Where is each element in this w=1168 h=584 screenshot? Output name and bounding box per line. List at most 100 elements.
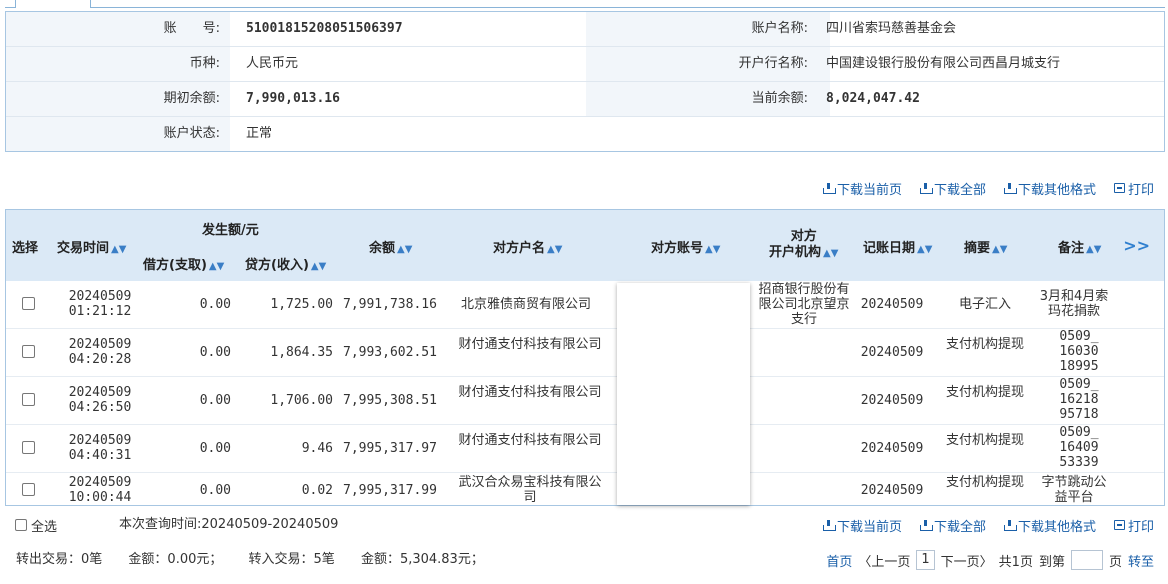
account-number-value: 51001815208051506397: [246, 21, 403, 36]
row-counterparty-org: 招商银行股份有限公司北京望京支行: [758, 282, 850, 327]
header-summary[interactable]: 摘要 ▲▼: [964, 237, 1007, 256]
row-post-date: 20240509: [860, 297, 924, 312]
row-balance: 7,995,317.97: [343, 441, 437, 456]
printer-icon: [1113, 183, 1125, 193]
download-current-page-link[interactable]: 下载当前页: [822, 179, 902, 198]
account-status-label: 账户状态:: [6, 117, 230, 151]
sort-icon: ▲▼: [705, 244, 721, 255]
table-row: 20240509 04:20:28 0.00 1,864.35 7,993,602…: [6, 329, 1164, 377]
more-columns-button[interactable]: >>: [1123, 236, 1150, 255]
header-post-date[interactable]: 记账日期 ▲▼: [863, 237, 932, 256]
download-current-page-link[interactable]: 下载当前页: [822, 516, 902, 535]
header-amount-group: 发生额/元: [202, 223, 259, 238]
print-label: 打印: [1127, 519, 1154, 535]
download-other-format-link[interactable]: 下载其他格式: [1003, 179, 1096, 198]
header-credit[interactable]: 贷方(收入) ▲▼: [245, 254, 326, 273]
account-row: 账 号: 51001815208051506397 账户名称: 四川省索玛慈善基…: [6, 12, 1164, 47]
table-row: 20240509 10:00:44 0.00 0.02 7,995,317.99 …: [6, 473, 1164, 505]
row-debit: 0.00: [199, 483, 231, 498]
header-counterparty-org[interactable]: 对方 开户机构 ▲▼: [769, 229, 838, 262]
in-count: 转入交易：5笔: [248, 552, 335, 567]
row-balance: 7,995,308.51: [343, 393, 437, 408]
row-credit: 9.46: [301, 441, 333, 456]
transaction-summary: 转出交易：0笔 金额：0.00元； 转入交易：5笔 金额：5,304.83元；: [16, 550, 506, 570]
row-counterparty-name: 财付通支付科技有限公司: [458, 337, 602, 352]
header-counterparty-name[interactable]: 对方户名 ▲▼: [493, 237, 562, 256]
row-note: 0509_1640953339: [1059, 425, 1099, 470]
header-balance-label: 余额: [369, 241, 396, 256]
download-icon: [919, 182, 933, 194]
row-note: 3月和4月索玛花捐款: [1039, 289, 1109, 319]
print-link[interactable]: 打印: [1113, 516, 1154, 535]
printer-icon: [1113, 520, 1125, 530]
select-all-checkbox[interactable]: [15, 519, 27, 531]
download-all-label: 下载全部: [933, 519, 986, 535]
out-amount: 金额：0.00元；: [128, 552, 223, 567]
page-number-input[interactable]: [1070, 550, 1103, 570]
go-button[interactable]: 转至: [1128, 551, 1154, 570]
account-info-panel: 账 号: 51001815208051506397 账户名称: 四川省索玛慈善基…: [5, 11, 1165, 152]
header-counterparty-account[interactable]: 对方账号 ▲▼: [651, 237, 720, 256]
download-all-link[interactable]: 下载全部: [919, 516, 986, 535]
sort-icon: ▲▼: [111, 244, 127, 255]
table-row: 20240509 04:26:50 0.00 1,706.00 7,995,308…: [6, 377, 1164, 425]
prev-page-link[interactable]: 〈上一页: [858, 551, 910, 570]
account-name-label: 账户名称:: [586, 12, 830, 46]
opening-balance-value: 7,990,013.16: [246, 91, 340, 106]
row-credit: 0.02: [301, 483, 333, 498]
row-debit: 0.00: [199, 441, 231, 456]
row-balance: 7,993,602.51: [343, 345, 437, 360]
header-balance[interactable]: 余额 ▲▼: [369, 237, 412, 256]
header-debit[interactable]: 借方(支取) ▲▼: [143, 254, 224, 273]
row-credit: 1,706.00: [270, 393, 333, 408]
table-header: 选择 交易时间 ▲▼ 发生额/元 借方(支取) ▲▼ 贷方(收入) ▲▼ 余额 ▲▼ 对…: [6, 210, 1164, 281]
row-summary: 电子汇入: [958, 297, 1011, 312]
download-all-label: 下载全部: [933, 182, 986, 198]
header-time[interactable]: 交易时间 ▲▼: [57, 237, 126, 256]
next-page-link[interactable]: 下一页〉: [941, 551, 993, 570]
print-link[interactable]: 打印: [1113, 179, 1154, 198]
row-credit: 1,725.00: [270, 297, 333, 312]
row-post-date: 20240509: [860, 345, 924, 360]
tab-strip: [5, 0, 1165, 8]
row-time: 20240509 10:00:44: [68, 475, 132, 505]
top-actions: 下载当前页 下载全部 下载其他格式 打印: [822, 178, 1154, 198]
row-note: 0509_1603018995: [1059, 329, 1099, 374]
bank-name-value: 中国建设银行股份有限公司西昌月城支行: [826, 56, 1061, 71]
sort-icon: ▲▼: [310, 261, 327, 272]
account-status-value: 正常: [246, 126, 273, 141]
row-note: 0509_1621895718: [1059, 377, 1099, 422]
row-balance: 7,995,317.99: [343, 483, 437, 498]
row-checkbox[interactable]: [22, 393, 35, 406]
opening-balance-label: 期初余额:: [6, 82, 230, 116]
row-time: 20240509 01:21:12: [68, 289, 132, 319]
header-note[interactable]: 备注 ▲▼: [1058, 237, 1101, 256]
download-all-link[interactable]: 下载全部: [919, 179, 986, 198]
row-time: 20240509 04:20:28: [68, 337, 132, 367]
row-checkbox[interactable]: [22, 345, 35, 358]
first-page-link[interactable]: 首页: [826, 551, 852, 570]
row-summary: 支付机构提现: [946, 475, 1025, 490]
select-all[interactable]: 全选: [15, 515, 57, 535]
download-icon: [1003, 182, 1017, 194]
row-post-date: 20240509: [860, 393, 924, 408]
row-checkbox[interactable]: [22, 441, 35, 454]
download-other-format-link[interactable]: 下载其他格式: [1003, 516, 1096, 535]
table-row: 20240509 01:21:12 0.00 1,725.00 7,991,738…: [6, 281, 1164, 329]
header-counterparty-name-label: 对方户名: [493, 241, 546, 256]
total-pages: 共1页: [998, 554, 1033, 570]
out-count: 转出交易：0笔: [16, 552, 103, 567]
row-checkbox[interactable]: [22, 483, 35, 496]
download-other-format-label: 下载其他格式: [1017, 182, 1096, 198]
active-tab[interactable]: [15, 0, 91, 8]
row-counterparty-name: 财付通支付科技有限公司: [458, 385, 602, 400]
header-counterparty-account-label: 对方账号: [651, 241, 704, 256]
sort-icon: ▲▼: [397, 244, 413, 255]
goto-label: 到第: [1038, 554, 1065, 570]
table-row: 20240509 04:40:31 0.00 9.46 7,995,317.97 …: [6, 425, 1164, 473]
transactions-table: 选择 交易时间 ▲▼ 发生额/元 借方(支取) ▲▼ 贷方(收入) ▲▼ 余额 ▲▼ 对…: [5, 209, 1165, 506]
row-checkbox[interactable]: [22, 297, 35, 310]
currency-value: 人民币元: [246, 56, 299, 71]
row-credit: 1,864.35: [270, 345, 333, 360]
account-number-label: 账 号:: [6, 12, 230, 46]
